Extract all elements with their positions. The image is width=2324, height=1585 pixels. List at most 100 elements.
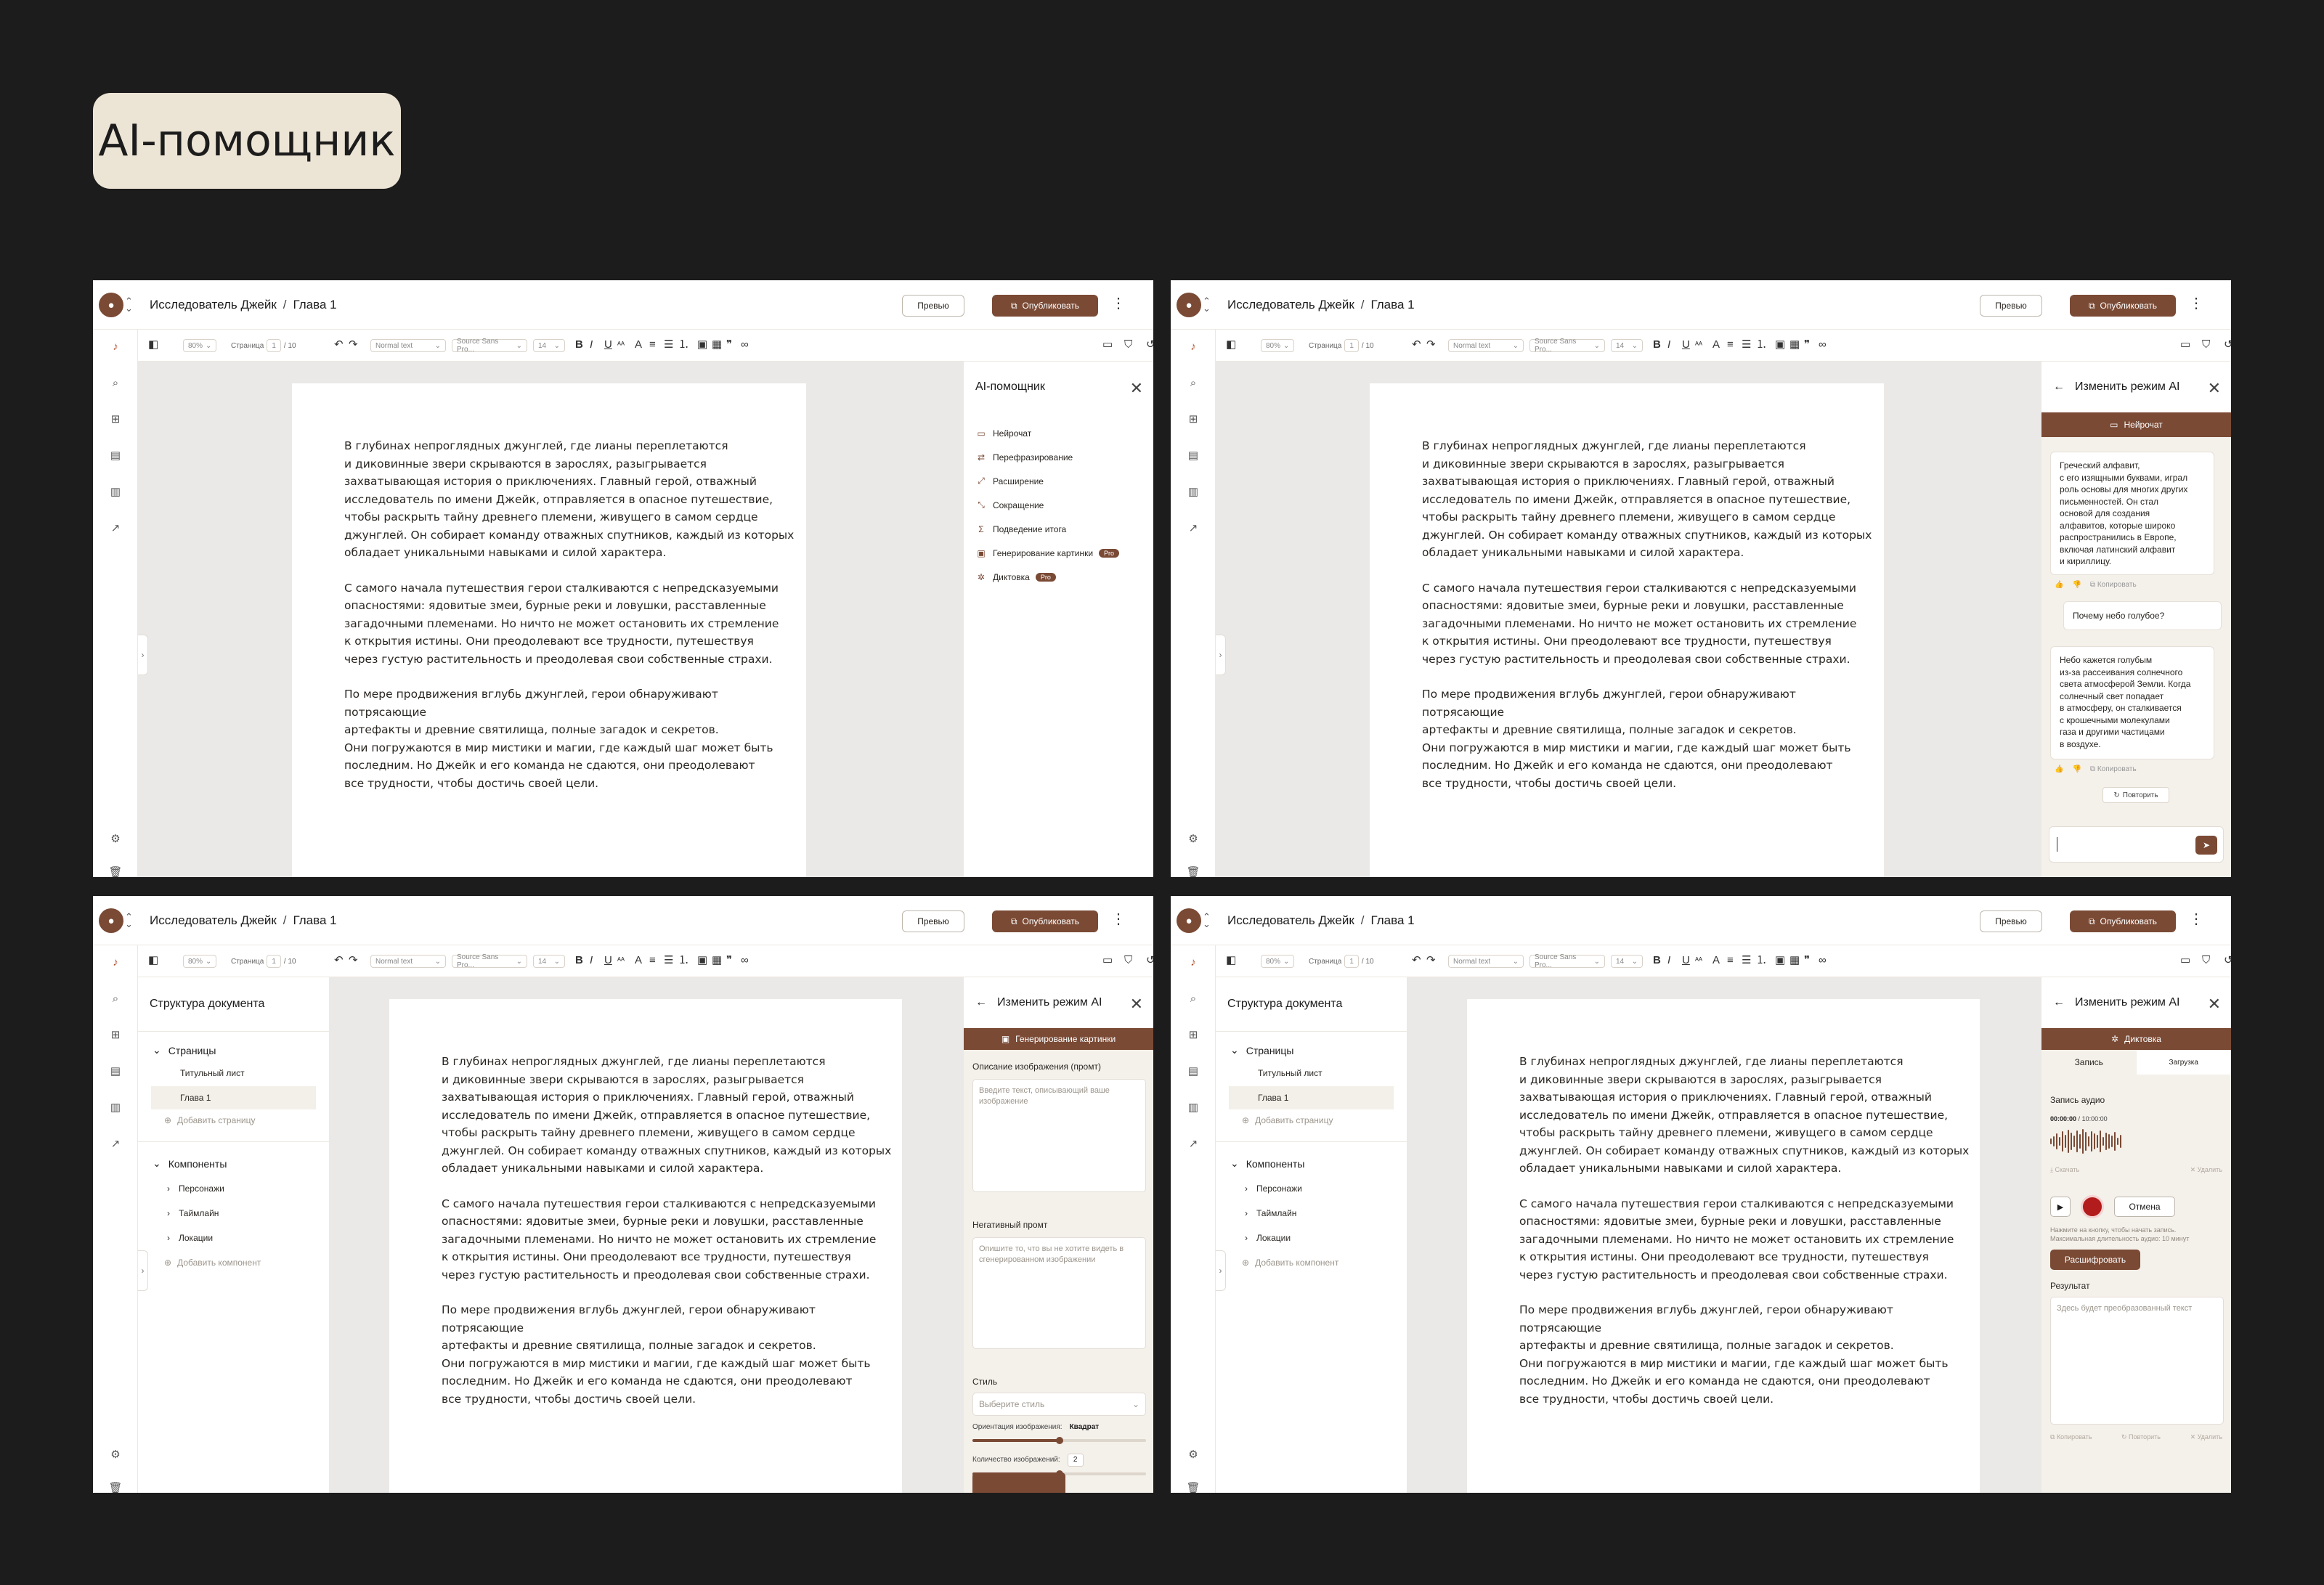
comment-icon[interactable]: ▭ (2180, 953, 2190, 968)
chevron-updown-icon[interactable]: ⌃ ⌄ (1203, 912, 1211, 929)
record-button[interactable] (2081, 1195, 2104, 1218)
zoom-select[interactable]: 80% ⌄ (183, 955, 217, 968)
paragraph[interactable]: По мере продвижения вглубь джунглей, гер… (442, 1301, 892, 1408)
history-icon[interactable]: ↺ (2224, 338, 2231, 352)
chart-icon[interactable]: ↗ (107, 520, 123, 536)
undo-icon[interactable]: ↶ (334, 953, 344, 968)
quote-icon[interactable]: ❞ (726, 338, 732, 352)
link-icon[interactable]: ∞ (741, 953, 749, 968)
more-icon[interactable]: ⋮ (1111, 296, 1126, 311)
document-icon[interactable]: ▤ (107, 1063, 123, 1079)
close-icon[interactable]: ✕ (2208, 996, 2221, 1012)
italic-icon[interactable]: I (1667, 338, 1670, 352)
gear-icon[interactable]: ⚙ (1185, 1446, 1201, 1462)
preview-button[interactable]: Превью (1980, 295, 2042, 317)
gear-icon[interactable]: ⚙ (107, 1446, 123, 1462)
sidebar-toggle-icon[interactable]: ◧ (148, 338, 158, 352)
history-icon[interactable]: ↺ (1146, 338, 1153, 352)
close-icon[interactable]: ✕ (1130, 996, 1143, 1012)
chevron-right-icon[interactable]: › (138, 635, 148, 675)
page-input[interactable]: 1 (267, 955, 281, 968)
components-group[interactable]: ⌄ Компоненты (1230, 1157, 1304, 1170)
zoom-select[interactable]: 80% ⌄ (1261, 955, 1295, 968)
text-case-icon[interactable]: ᴬᴬ (617, 953, 625, 968)
publish-button[interactable]: ⧉ Опубликовать (992, 295, 1098, 317)
retry-button[interactable]: ↻ Повторить (2102, 787, 2169, 803)
gear-icon[interactable]: ⚙ (107, 831, 123, 847)
paragraph[interactable]: По мере продвижения вглубь джунглей, гер… (1422, 685, 1872, 792)
publish-button[interactable]: ⧉ Опубликовать (2070, 910, 2176, 932)
bullet-list-icon[interactable]: ☰ (664, 953, 673, 968)
grid-icon[interactable]: ⊞ (107, 411, 123, 427)
copy-button[interactable]: ⧉ Копировать (2050, 1433, 2092, 1441)
book-icon[interactable]: ▥ (1185, 484, 1201, 500)
thumbs-up-icon[interactable]: 👍 (2055, 581, 2063, 589)
chevron-right-icon[interactable]: › (138, 1250, 148, 1291)
breadcrumb-project[interactable]: Исследователь Джейк (1227, 913, 1354, 927)
pages-group[interactable]: ⌄ Страницы (153, 1044, 216, 1056)
italic-icon[interactable]: I (590, 338, 593, 352)
cancel-button[interactable]: Отмена (2114, 1197, 2175, 1217)
page-item-chapter[interactable]: Глава 1 (151, 1086, 316, 1109)
component-item[interactable]: › Таймлайн (167, 1208, 219, 1218)
book-icon[interactable]: ▥ (1185, 1099, 1201, 1115)
paragraph[interactable]: С самого начала путешествия герои сталки… (1422, 579, 1872, 669)
chevron-updown-icon[interactable]: ⌃ ⌄ (125, 296, 133, 313)
bold-icon[interactable]: B (1653, 338, 1661, 352)
font-size-select[interactable]: 14 ⌄ (533, 955, 565, 968)
preview-button[interactable]: Превью (1980, 910, 2042, 932)
image-icon[interactable]: ▣ (697, 338, 707, 352)
search-icon[interactable]: ⌕ (1185, 375, 1201, 391)
numbered-list-icon[interactable]: ⒈ (1756, 338, 1767, 352)
component-item[interactable]: › Локации (1245, 1233, 1291, 1243)
table-icon[interactable]: ▦ (712, 953, 722, 968)
orientation-slider[interactable] (972, 1437, 1146, 1444)
document-page[interactable]: В глубинах непроглядных джунглей, где ли… (389, 999, 902, 1493)
align-icon[interactable]: ≡ (1727, 338, 1734, 352)
underline-icon[interactable]: U (1682, 338, 1690, 352)
document-text[interactable]: В глубинах непроглядных джунглей, где ли… (442, 1053, 892, 1425)
font-select[interactable]: Source Sans Pro... ⌄ (1529, 953, 1605, 969)
paragraph[interactable]: По мере продвижения вглубь джунглей, гер… (1519, 1301, 1970, 1408)
document-page[interactable]: В глубинах непроглядных джунглей, где ли… (1467, 999, 1980, 1493)
trash-icon[interactable]: 🗑 (1185, 864, 1201, 877)
close-icon[interactable]: ✕ (1130, 380, 1143, 396)
text-color-icon[interactable]: A (1712, 338, 1720, 352)
book-icon[interactable]: ▥ (107, 484, 123, 500)
page-input[interactable]: 1 (1344, 955, 1359, 968)
page-item-title[interactable]: Титульный лист (151, 1062, 316, 1085)
count-input[interactable]: 2 (1067, 1454, 1084, 1467)
thumbs-down-icon[interactable]: 👎 (2072, 765, 2081, 773)
paragraph[interactable]: С самого начала путешествия герои сталки… (344, 579, 795, 669)
document-icon[interactable]: ▤ (1185, 1063, 1201, 1079)
redo-icon[interactable]: ↷ (1426, 953, 1436, 968)
chart-icon[interactable]: ↗ (107, 1136, 123, 1152)
font-size-select[interactable]: 14 ⌄ (1611, 955, 1643, 968)
comment-icon[interactable]: ▭ (1102, 338, 1113, 352)
underline-icon[interactable]: U (604, 953, 612, 968)
bold-icon[interactable]: B (575, 953, 583, 968)
numbered-list-icon[interactable]: ⒈ (1756, 953, 1767, 968)
thumbs-up-icon[interactable]: 👍 (2055, 765, 2063, 773)
underline-icon[interactable]: U (604, 338, 612, 352)
document-text[interactable]: В глубинах непроглядных джунглей, где ли… (1422, 437, 1872, 810)
slider-handle[interactable] (1055, 1437, 1063, 1444)
zoom-select[interactable]: 80% ⌄ (1261, 339, 1295, 352)
history-icon[interactable]: ↺ (2224, 953, 2231, 968)
text-style-select[interactable]: Normal text ⌄ (1448, 955, 1524, 968)
download-button[interactable]: ⤓ Скачать (2050, 1166, 2079, 1174)
breadcrumb-chapter[interactable]: Глава 1 (293, 298, 337, 311)
trash-icon[interactable]: 🗑 (107, 1480, 123, 1493)
paragraph[interactable]: По мере продвижения вглубь джунглей, гер… (344, 685, 795, 792)
text-style-select[interactable]: Normal text ⌄ (370, 339, 446, 352)
copy-button[interactable]: ⧉ Копировать (2090, 581, 2137, 589)
add-page-button[interactable]: ⊕ Добавить страницу (1242, 1115, 1333, 1125)
search-icon[interactable]: ⌕ (107, 990, 123, 1006)
more-icon[interactable]: ⋮ (2189, 912, 2203, 926)
redo-icon[interactable]: ↷ (349, 338, 358, 352)
preview-button[interactable]: Превью (902, 910, 964, 932)
document-text[interactable]: В глубинах непроглядных джунглей, где ли… (1519, 1053, 1970, 1425)
avatar[interactable]: ● (1177, 908, 1201, 933)
delete-result-button[interactable]: ✕ Удалить (2190, 1433, 2222, 1441)
breadcrumb-chapter[interactable]: Глава 1 (293, 913, 337, 927)
